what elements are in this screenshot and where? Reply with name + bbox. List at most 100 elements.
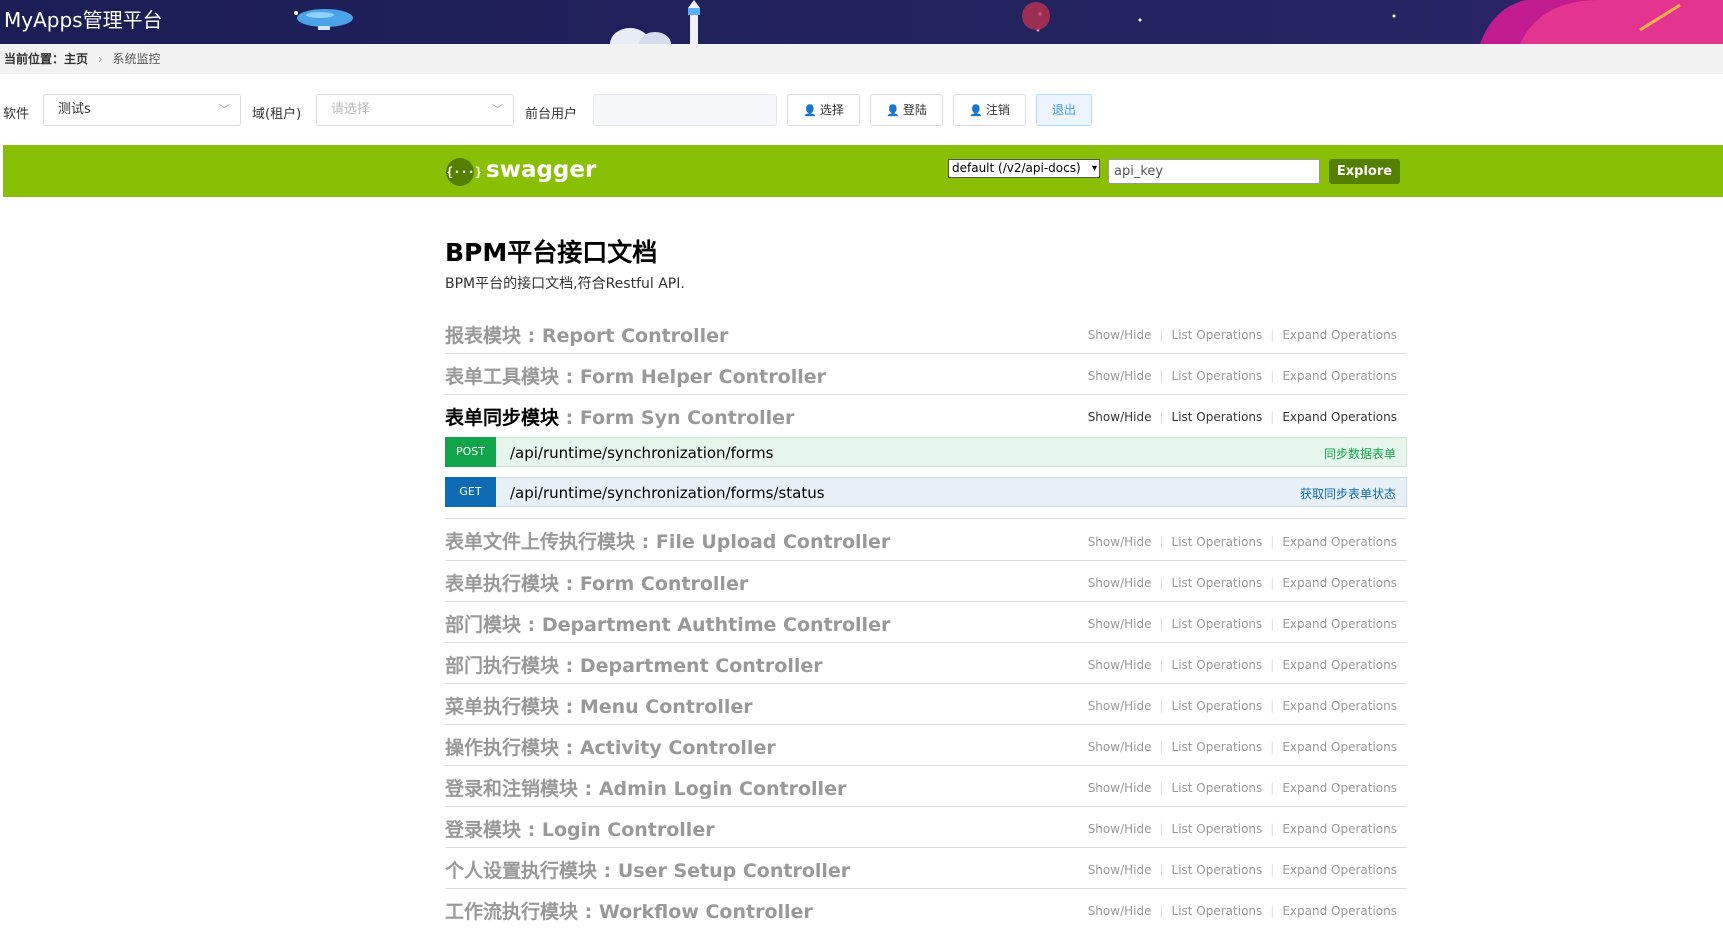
resource-actions: Show/Hide | List Operations | Expand Operati…: [1087, 699, 1397, 713]
resource-activity: 操作执行模块 : Activity Controller Show/Hide | L…: [445, 725, 1407, 766]
frontend-user-field[interactable]: [593, 94, 777, 126]
show-hide-link[interactable]: Show/Hide: [1088, 617, 1152, 631]
show-hide-link[interactable]: Show/Hide: [1088, 576, 1152, 590]
resource-department-authtime: 部门模块 : Department Authtime Controller Sh…: [445, 602, 1407, 643]
expand-operations-link[interactable]: Expand Operations: [1282, 822, 1397, 836]
resource-login: 登录模块 : Login Controller Show/Hide | List O…: [445, 807, 1407, 848]
expand-operations-link[interactable]: Expand Operations: [1282, 576, 1397, 590]
list-operations-link[interactable]: List Operations: [1172, 699, 1263, 713]
operation-post[interactable]: POST /api/runtime/synchronization/forms …: [445, 437, 1407, 467]
list-operations-link[interactable]: List Operations: [1172, 576, 1263, 590]
page-description: BPM平台的接口文档,符合Restful API.: [445, 276, 685, 292]
http-method-badge: POST: [445, 437, 496, 467]
expand-operations-link[interactable]: Expand Operations: [1282, 740, 1397, 754]
resource-title[interactable]: 工作流执行模块 : Workflow Controller: [445, 897, 813, 924]
show-hide-link[interactable]: Show/Hide: [1088, 740, 1152, 754]
top-banner: MyApps管理平台: [0, 0, 1723, 44]
list-operations-link[interactable]: List Operations: [1172, 904, 1263, 918]
resource-actions: Show/Hide | List Operations | Expand Operati…: [1087, 781, 1397, 795]
resource-title[interactable]: 菜单执行模块 : Menu Controller: [445, 692, 753, 719]
filter-toolbar: 软件 测试s ﹀ 域(租户) 请选择 ﹀ 前台用户 👤 选择 👤 登陆 👤 注销 退出: [0, 94, 1723, 128]
expand-operations-link[interactable]: Expand Operations: [1282, 328, 1397, 342]
list-operations-link[interactable]: List Operations: [1172, 410, 1263, 424]
operation-summary[interactable]: 同步数据表单: [1324, 445, 1396, 462]
domain-select[interactable]: 请选择 ﹀: [316, 94, 514, 126]
logout-button[interactable]: 退出: [1036, 94, 1092, 126]
swagger-brand: swagger: [486, 157, 597, 183]
operation-summary[interactable]: 获取同步表单状态: [1300, 485, 1396, 502]
resource-title[interactable]: 表单同步模块 : Form Syn Controller: [445, 403, 794, 430]
resource-menu: 菜单执行模块 : Menu Controller Show/Hide | List …: [445, 684, 1407, 725]
chevron-down-icon: ﹀: [492, 103, 503, 116]
breadcrumb-home[interactable]: 当前位置：主页: [4, 52, 88, 66]
resource-title[interactable]: 登录和注销模块 : Admin Login Controller: [445, 774, 846, 801]
swagger-logo-icon: {···}: [446, 158, 482, 186]
resource-user-setup: 个人设置执行模块 : User Setup Controller Show/Hi…: [445, 848, 1407, 889]
breadcrumb: 当前位置：主页 › 系统监控: [0, 44, 1723, 74]
show-hide-link[interactable]: Show/Hide: [1088, 781, 1152, 795]
lighthouse-illustration: [610, 0, 700, 44]
expand-operations-link[interactable]: Expand Operations: [1282, 863, 1397, 877]
dropdown-arrow-icon: ▾: [1091, 163, 1097, 174]
list-operations-link[interactable]: List Operations: [1172, 617, 1263, 631]
explore-button[interactable]: Explore: [1329, 159, 1400, 184]
list-operations-link[interactable]: List Operations: [1172, 740, 1263, 754]
chevron-right-icon: ›: [97, 52, 103, 66]
operation-path[interactable]: /api/runtime/synchronization/forms: [510, 444, 773, 462]
logoff-button[interactable]: 👤 注销: [953, 94, 1026, 126]
list-operations-link[interactable]: List Operations: [1172, 863, 1263, 877]
list-operations-link[interactable]: List Operations: [1172, 535, 1263, 549]
show-hide-link[interactable]: Show/Hide: [1088, 328, 1152, 342]
list-operations-link[interactable]: List Operations: [1172, 822, 1263, 836]
list-operations-link[interactable]: List Operations: [1172, 328, 1263, 342]
resource-title[interactable]: 部门执行模块 : Department Controller: [445, 651, 823, 678]
show-hide-link[interactable]: Show/Hide: [1088, 822, 1152, 836]
select-user-button[interactable]: 👤 选择: [787, 94, 860, 126]
show-hide-link[interactable]: Show/Hide: [1088, 535, 1152, 549]
expand-operations-link[interactable]: Expand Operations: [1282, 699, 1397, 713]
show-hide-link[interactable]: Show/Hide: [1088, 369, 1152, 383]
show-hide-link[interactable]: Show/Hide: [1088, 699, 1152, 713]
domain-label: 域(租户): [252, 107, 302, 122]
operation-get[interactable]: GET /api/runtime/synchronization/forms/s…: [445, 477, 1407, 507]
resource-actions: Show/Hide | List Operations | Expand Operati…: [1087, 822, 1397, 836]
resource-title[interactable]: 表单执行模块 : Form Controller: [445, 569, 748, 596]
expand-operations-link[interactable]: Expand Operations: [1282, 904, 1397, 918]
resource-file-upload: 表单文件上传执行模块 : File Upload Controller Show…: [445, 519, 1407, 561]
expand-operations-link[interactable]: Expand Operations: [1282, 617, 1397, 631]
expand-operations-link[interactable]: Expand Operations: [1282, 410, 1397, 424]
show-hide-link[interactable]: Show/Hide: [1088, 863, 1152, 877]
software-select[interactable]: 测试s ﹀: [43, 94, 241, 126]
show-hide-link[interactable]: Show/Hide: [1088, 658, 1152, 672]
user-icon: 👤: [886, 104, 900, 117]
expand-operations-link[interactable]: Expand Operations: [1282, 535, 1397, 549]
resource-title[interactable]: 表单文件上传执行模块 : File Upload Controller: [445, 527, 890, 554]
show-hide-link[interactable]: Show/Hide: [1088, 904, 1152, 918]
list-operations-link[interactable]: List Operations: [1172, 781, 1263, 795]
resource-title[interactable]: 个人设置执行模块 : User Setup Controller: [445, 856, 850, 883]
resource-actions: Show/Hide | List Operations | Expand Operati…: [1087, 658, 1397, 672]
show-hide-link[interactable]: Show/Hide: [1088, 410, 1152, 424]
resource-form-syn: 表单同步模块 : Form Syn Controller Show/Hide | L…: [445, 395, 1407, 433]
resource-title[interactable]: 部门模块 : Department Authtime Controller: [445, 610, 890, 637]
expand-operations-link[interactable]: Expand Operations: [1282, 781, 1397, 795]
resource-title[interactable]: 表单工具模块 : Form Helper Controller: [445, 362, 826, 389]
breadcrumb-current: 系统监控: [112, 52, 161, 66]
resource-title[interactable]: 操作执行模块 : Activity Controller: [445, 733, 776, 760]
operation-path[interactable]: /api/runtime/synchronization/forms/statu…: [510, 484, 825, 502]
swagger-header: {···} swagger default (/v2/api-docs) ▾ a…: [3, 145, 1723, 197]
expand-operations-link[interactable]: Expand Operations: [1282, 658, 1397, 672]
resource-workflow: 工作流执行模块 : Workflow Controller Show/Hide |…: [445, 889, 1407, 930]
list-operations-link[interactable]: List Operations: [1172, 369, 1263, 383]
resource-form-helper: 表单工具模块 : Form Helper Controller Show/Hid…: [445, 354, 1407, 395]
resource-department: 部门执行模块 : Department Controller Show/Hide…: [445, 643, 1407, 684]
chevron-down-icon: ﹀: [219, 103, 230, 116]
expand-operations-link[interactable]: Expand Operations: [1282, 369, 1397, 383]
resource-form: 表单执行模块 : Form Controller Show/Hide | List …: [445, 561, 1407, 602]
resource-title[interactable]: 报表模块 : Report Controller: [445, 321, 728, 348]
list-operations-link[interactable]: List Operations: [1172, 658, 1263, 672]
login-button[interactable]: 👤 登陆: [870, 94, 943, 126]
api-spec-select[interactable]: default (/v2/api-docs) ▾: [948, 159, 1100, 178]
api-key-input[interactable]: api_key: [1108, 159, 1320, 184]
resource-title[interactable]: 登录模块 : Login Controller: [445, 815, 715, 842]
